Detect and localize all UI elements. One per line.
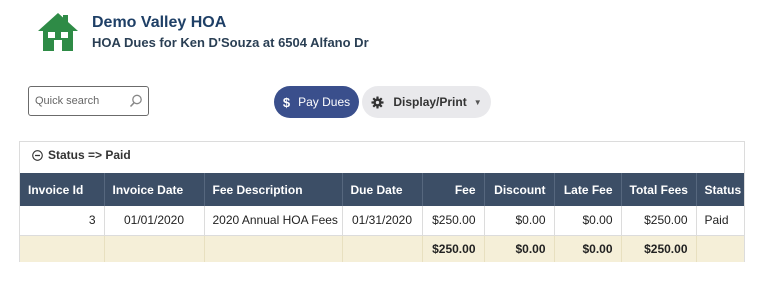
group-toggle-status-paid[interactable]: Status => Paid (32, 148, 131, 162)
quick-search-box[interactable] (28, 86, 149, 116)
cell-late-fee: $0.00 (554, 206, 622, 236)
column-header-invoice-date[interactable]: Invoice Date (104, 173, 205, 206)
cell-status: Paid (696, 206, 744, 236)
dollar-icon: $ (282, 94, 291, 110)
collapse-icon[interactable] (32, 149, 43, 161)
cell-fee: $250.00 (422, 206, 485, 236)
column-header-discount[interactable]: Discount (484, 173, 555, 206)
total-discount: $0.00 (484, 235, 555, 262)
column-header-late-fee[interactable]: Late Fee (554, 173, 622, 206)
display-print-button[interactable]: Display/Print ▼ (362, 86, 491, 118)
pay-dues-label: Pay Dues (298, 95, 351, 109)
totals-cell-empty (20, 235, 105, 262)
chevron-down-icon: ▼ (473, 97, 482, 107)
cell-fee-description: 2020 Annual HOA Fees (204, 206, 343, 236)
pay-dues-button[interactable]: $ Pay Dues (274, 86, 359, 118)
column-header-invoice-id[interactable]: Invoice Id (20, 173, 105, 206)
totals-cell-empty (204, 235, 343, 262)
column-header-due-date[interactable]: Due Date (342, 173, 423, 206)
invoice-grid-panel: Status => Paid Invoice Id Invoice Date F… (19, 141, 745, 262)
org-name: Demo Valley HOA (92, 14, 227, 31)
cell-due-date: 01/31/2020 (342, 206, 423, 236)
column-header-fee-description[interactable]: Fee Description (204, 173, 343, 206)
total-late-fee: $0.00 (554, 235, 622, 262)
display-print-label: Display/Print (393, 95, 467, 109)
cell-total-fees: $250.00 (621, 206, 697, 236)
cell-invoice-date: 01/01/2020 (104, 206, 205, 236)
column-header-status[interactable]: Status (696, 173, 744, 206)
page-subtitle: HOA Dues for Ken D'Souza at 6504 Alfano … (92, 35, 369, 50)
table-header-row: Invoice Id Invoice Date Fee Description … (20, 173, 744, 206)
group-label: Status => Paid (48, 148, 131, 162)
house-logo-icon (38, 13, 78, 51)
table-row[interactable]: 3 01/01/2020 2020 Annual HOA Fees 01/31/… (20, 206, 744, 236)
gear-icon (371, 95, 384, 109)
cell-discount: $0.00 (484, 206, 555, 236)
cell-invoice-id: 3 (20, 206, 105, 236)
totals-cell-empty (696, 235, 744, 262)
column-header-fee[interactable]: Fee (422, 173, 485, 206)
search-icon[interactable] (129, 94, 143, 108)
total-fee: $250.00 (422, 235, 485, 262)
column-header-total-fees[interactable]: Total Fees (621, 173, 697, 206)
totals-cell-empty (342, 235, 423, 262)
totals-row: $250.00 $0.00 $0.00 $250.00 (20, 235, 744, 262)
totals-cell-empty (104, 235, 205, 262)
invoice-table: Invoice Id Invoice Date Fee Description … (20, 173, 744, 262)
total-total-fees: $250.00 (621, 235, 697, 262)
quick-search-input[interactable] (35, 93, 127, 109)
